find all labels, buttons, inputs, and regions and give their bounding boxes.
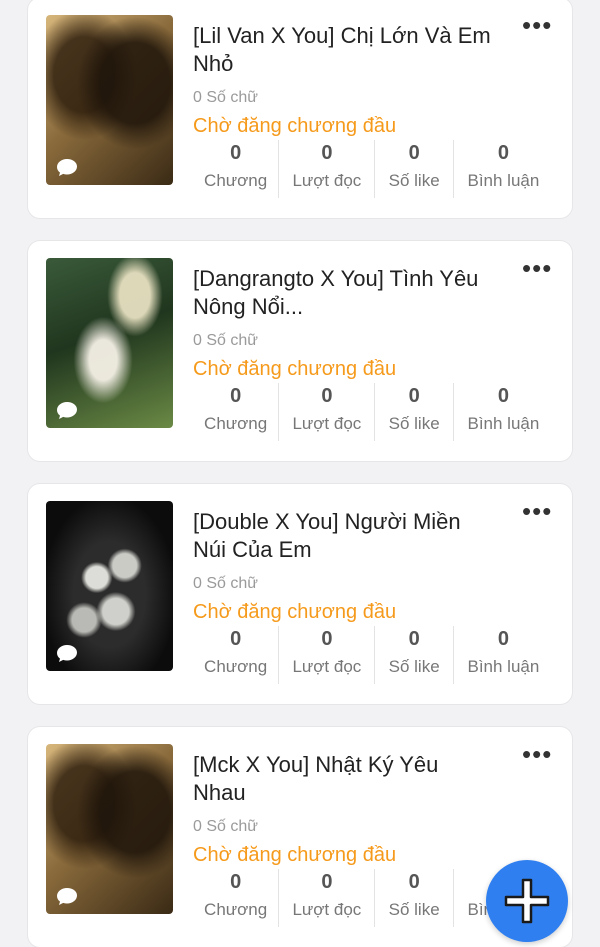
more-horizontal-icon[interactable]: •••: [522, 498, 552, 526]
story-status: Chờ đăng chương đầu: [193, 358, 397, 380]
story-card[interactable]: [Dangrangto X You] Tình Yêu Nông Nổi... …: [28, 241, 572, 461]
stat-label: Số like: [388, 414, 440, 433]
stat-value: 0: [497, 142, 509, 164]
stat-value: 0: [230, 628, 242, 650]
story-title[interactable]: [Mck X You] Nhật Ký Yêu Nhau: [193, 751, 493, 807]
stat-value: 0: [408, 142, 420, 164]
word-count: 0 Số chữ: [193, 818, 258, 835]
story-stats: 0 Chương 0 Lượt đọc 0 Số like 0 Bình luận: [193, 140, 553, 198]
stat-chapters: 0 Chương: [193, 869, 280, 927]
plus-icon: [504, 878, 550, 924]
stat-value: 0: [408, 871, 420, 893]
stat-comments: 0 Bình luận: [454, 626, 553, 684]
stat-value: 0: [497, 385, 509, 407]
stat-likes: 0 Số like: [375, 626, 454, 684]
story-status: Chờ đăng chương đầu: [193, 601, 397, 623]
story-stats: 0 Chương 0 Lượt đọc 0 Số like 0 Bình luận: [193, 383, 553, 441]
stat-reads: 0 Lượt đọc: [279, 383, 376, 441]
stat-value: 0: [321, 142, 333, 164]
stat-value: 0: [497, 628, 509, 650]
story-card[interactable]: [Lil Van X You] Chị Lớn Và Em Nhỏ ••• 0 …: [28, 0, 572, 218]
more-horizontal-icon[interactable]: •••: [522, 741, 552, 769]
stat-label: Số like: [388, 900, 440, 919]
add-story-button[interactable]: [486, 860, 568, 942]
stat-chapters: 0 Chương: [193, 140, 280, 198]
stat-label: Số like: [388, 657, 440, 676]
story-status: Chờ đăng chương đầu: [193, 115, 397, 137]
stat-likes: 0 Số like: [375, 140, 454, 198]
word-count: 0 Số chữ: [193, 575, 258, 592]
stat-reads: 0 Lượt đọc: [279, 869, 376, 927]
stat-label: Bình luận: [467, 657, 540, 676]
stat-likes: 0 Số like: [375, 869, 454, 927]
stat-value: 0: [408, 628, 420, 650]
stat-label: Lượt đọc: [292, 171, 362, 190]
stat-label: Lượt đọc: [292, 900, 362, 919]
comment-bubble-icon: [57, 402, 77, 419]
stat-label: Bình luận: [467, 414, 540, 433]
more-horizontal-icon[interactable]: •••: [522, 255, 552, 283]
stat-comments: 0 Bình luận: [454, 383, 553, 441]
stat-label: Số like: [388, 171, 440, 190]
stat-chapters: 0 Chương: [193, 626, 280, 684]
stat-likes: 0 Số like: [375, 383, 454, 441]
stat-label: Chương: [204, 657, 268, 676]
story-status: Chờ đăng chương đầu: [193, 844, 397, 866]
stat-label: Lượt đọc: [292, 414, 362, 433]
stat-value: 0: [230, 385, 242, 407]
story-card[interactable]: [Double X You] Người Miền Núi Của Em •••…: [28, 484, 572, 704]
stat-reads: 0 Lượt đọc: [279, 626, 376, 684]
comment-bubble-icon: [57, 159, 77, 176]
stat-reads: 0 Lượt đọc: [279, 140, 376, 198]
stat-value: 0: [230, 142, 242, 164]
word-count: 0 Số chữ: [193, 89, 258, 106]
more-horizontal-icon[interactable]: •••: [522, 12, 552, 40]
story-title[interactable]: [Double X You] Người Miền Núi Của Em: [193, 508, 493, 564]
stat-label: Bình luận: [467, 171, 540, 190]
story-stats: 0 Chương 0 Lượt đọc 0 Số like 0 Bình luận: [193, 626, 553, 684]
story-cover[interactable]: [46, 501, 173, 671]
stat-label: Chương: [204, 900, 268, 919]
stat-chapters: 0 Chương: [193, 383, 280, 441]
stat-label: Chương: [204, 414, 268, 433]
story-title[interactable]: [Dangrangto X You] Tình Yêu Nông Nổi...: [193, 265, 493, 321]
stat-value: 0: [321, 385, 333, 407]
comment-bubble-icon: [57, 645, 77, 662]
stat-value: 0: [321, 628, 333, 650]
story-cover[interactable]: [46, 744, 173, 914]
comment-bubble-icon: [57, 888, 77, 905]
story-title[interactable]: [Lil Van X You] Chị Lớn Và Em Nhỏ: [193, 22, 493, 78]
stat-label: Chương: [204, 171, 268, 190]
stat-value: 0: [321, 871, 333, 893]
stat-value: 0: [408, 385, 420, 407]
word-count: 0 Số chữ: [193, 332, 258, 349]
stat-label: Lượt đọc: [292, 657, 362, 676]
story-cover[interactable]: [46, 15, 173, 185]
stat-value: 0: [230, 871, 242, 893]
stat-comments: 0 Bình luận: [454, 140, 553, 198]
story-cover[interactable]: [46, 258, 173, 428]
